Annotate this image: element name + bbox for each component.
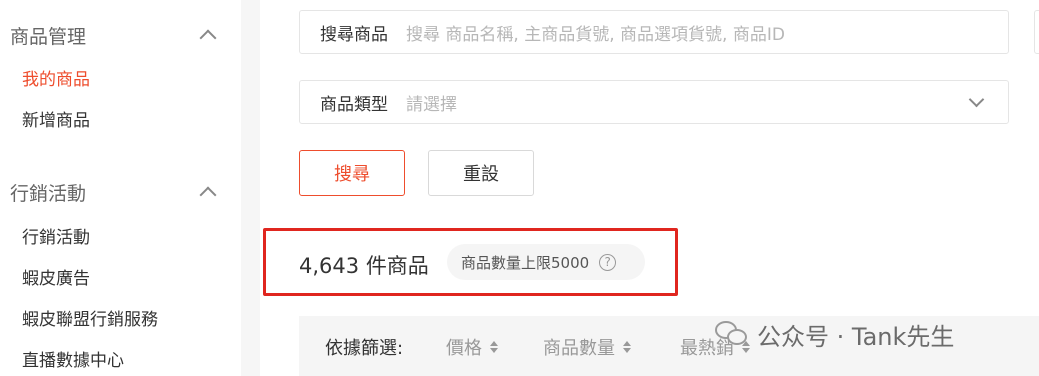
chevron-up-icon[interactable] (199, 186, 217, 204)
category-select[interactable]: 商品類型 請選擇 (299, 80, 1009, 124)
sidebar: 商品管理 我的商品 新增商品 行銷活動 行銷活動 蝦皮廣告 蝦皮聯盟行銷服務 直… (0, 0, 241, 376)
sidebar-section-marketing[interactable]: 行銷活動 (10, 178, 220, 206)
search-field-label: 搜尋商品 (320, 24, 388, 45)
product-count-number: 4,643 (299, 254, 360, 278)
sort-icon (490, 341, 498, 353)
sort-option-label: 價格 (446, 338, 482, 359)
product-limit-text: 商品數量上限5000 (461, 253, 590, 272)
sidebar-item-add-product[interactable]: 新增商品 (22, 106, 90, 131)
category-select-label: 商品類型 (320, 94, 388, 115)
sidebar-item-marketing-activities[interactable]: 行銷活動 (22, 223, 90, 248)
sidebar-section-title: 商品管理 (10, 25, 87, 48)
sort-by-quantity[interactable]: 商品數量 (543, 334, 631, 360)
sidebar-section-product-management[interactable]: 商品管理 (10, 21, 220, 49)
filter-label: 依據篩選: (325, 338, 404, 359)
watermark-text: 公众号 · Tank先生 (757, 322, 955, 351)
watermark: 公众号 · Tank先生 (713, 316, 954, 352)
sort-option-label: 商品數量 (543, 338, 615, 359)
product-count: 4,643 件商品 (299, 250, 429, 280)
secondary-field-edge[interactable] (1034, 10, 1039, 54)
search-input[interactable]: 搜尋 商品名稱, 主商品貨號, 商品選項貨號, 商品ID (406, 20, 785, 45)
sidebar-section-title: 行銷活動 (10, 182, 87, 205)
sort-icon (623, 341, 631, 353)
category-select-value[interactable]: 請選擇 (406, 90, 457, 115)
product-count-suffix: 件商品 (365, 254, 429, 278)
filter-label-wrap: 依據篩選: (325, 334, 403, 360)
chevron-down-icon[interactable] (968, 91, 985, 108)
sort-by-price[interactable]: 價格 (446, 334, 498, 360)
product-limit-badge: 商品數量上限5000 ? (447, 244, 645, 280)
search-button[interactable]: 搜尋 (299, 150, 405, 196)
sidebar-item-shopee-ads[interactable]: 蝦皮廣告 (22, 264, 90, 289)
chevron-up-icon[interactable] (199, 29, 217, 47)
help-icon[interactable]: ? (599, 253, 617, 271)
wechat-icon (713, 319, 749, 349)
search-field[interactable]: 搜尋商品 搜尋 商品名稱, 主商品貨號, 商品選項貨號, 商品ID (299, 10, 1009, 54)
sidebar-item-live-data-center[interactable]: 直播數據中心 (22, 346, 124, 371)
sidebar-item-my-products[interactable]: 我的商品 (22, 65, 90, 90)
reset-button[interactable]: 重設 (428, 150, 534, 196)
sidebar-item-affiliate-marketing[interactable]: 蝦皮聯盟行銷服務 (22, 305, 158, 330)
